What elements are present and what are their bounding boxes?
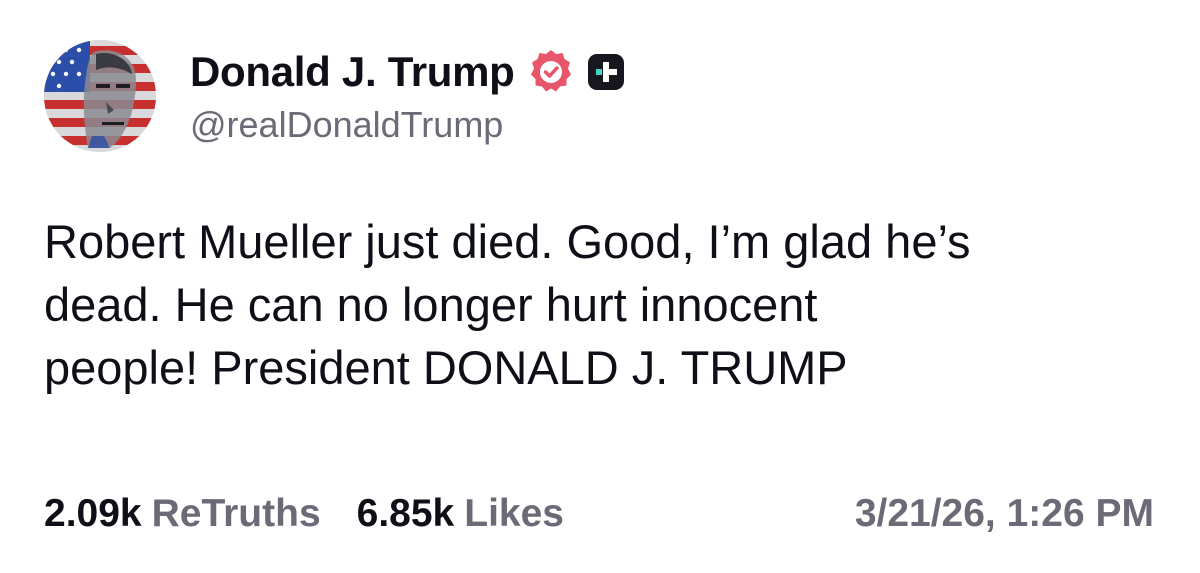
retruths-count: 2.09k: [44, 492, 142, 535]
retruths-stat[interactable]: 2.09k ReTruths: [44, 492, 321, 536]
likes-stat[interactable]: 6.85k Likes: [357, 492, 564, 536]
post-text-line: people! President DONALD J. TRUMP: [44, 341, 848, 394]
post-stats: 2.09k ReTruths 6.85k Likes: [44, 492, 600, 536]
likes-label: Likes: [464, 492, 564, 535]
verified-badge-icon: [527, 48, 575, 96]
post-timestamp[interactable]: 3/21/26, 1:26 PM: [855, 492, 1154, 536]
retruths-label: ReTruths: [151, 492, 321, 535]
post-text-line: Robert Mueller just died. Good, I’m glad…: [44, 215, 971, 268]
truth-post: Donald J. Trump @realDonaldTrump Robert …: [0, 0, 1200, 573]
author-handle[interactable]: @realDonaldTrump: [190, 104, 503, 146]
post-text-line: dead. He can no longer hurt innocent: [44, 278, 818, 331]
avatar[interactable]: [44, 40, 156, 152]
post-body: Robert Mueller just died. Good, I’m glad…: [44, 210, 1164, 399]
plus-badge-icon: [587, 53, 625, 91]
author-row: Donald J. Trump: [190, 44, 625, 100]
avatar-image: [44, 40, 156, 152]
display-name[interactable]: Donald J. Trump: [190, 48, 515, 96]
likes-count: 6.85k: [356, 492, 455, 535]
